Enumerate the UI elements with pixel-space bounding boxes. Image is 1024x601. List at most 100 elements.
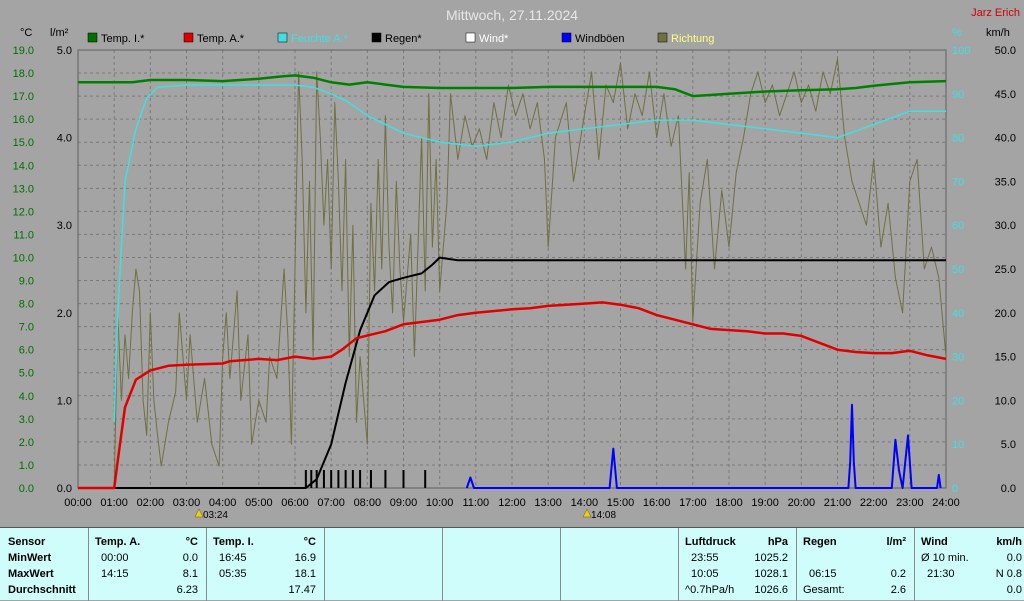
temp-a-min-time: 00:00 — [101, 552, 129, 564]
humidity-tick-label: 90 — [952, 89, 964, 101]
temp-tick-label: 13.0 — [13, 183, 34, 195]
pressure-avg-value: 1026.6 — [754, 584, 788, 596]
humidity-tick-label: 10 — [952, 439, 964, 451]
temp-tick-label: 8.0 — [19, 299, 34, 311]
temp-a-header: Temp. A. — [95, 536, 141, 548]
legend-label: Temp. A.* — [197, 33, 245, 45]
humidity-tick-label: 80 — [952, 133, 964, 145]
row-label-min: MinWert — [8, 552, 52, 564]
legend-label: Feuchte A.* — [291, 33, 349, 45]
temp-a-max-value: 8.1 — [182, 568, 198, 580]
wind-mean-value: 0.0 — [1006, 584, 1022, 596]
wind-tick-label: 10.0 — [995, 395, 1016, 407]
temp-i-max-time: 05:35 — [219, 568, 247, 580]
temp-i-max-value: 18.1 — [294, 568, 316, 580]
pressure-header: Luftdruck — [685, 536, 736, 548]
wind-tick-label: 25.0 — [995, 264, 1016, 276]
pressure-max-time: 10:05 — [691, 568, 719, 580]
x-tick-label: 06:00 — [281, 497, 309, 509]
x-tick-label: 19:00 — [751, 497, 779, 509]
temp-unit-label: °C — [20, 27, 32, 39]
temp-tick-label: 3.0 — [19, 414, 34, 426]
wind-avg-value: 0.0 — [1006, 552, 1022, 564]
sensor-header: Sensor — [8, 536, 46, 548]
rain-tick-label: 5.0 — [57, 45, 72, 57]
rain-tick-label: 3.0 — [57, 220, 72, 232]
humidity-tick-label: 20 — [952, 395, 964, 407]
temp-tick-label: 1.0 — [19, 460, 34, 472]
weather-chart: Mittwoch, 27.11.2024 Jarz Erich °C l/m² … — [0, 0, 1024, 527]
x-tick-label: 15:00 — [607, 497, 635, 509]
temp-tick-label: 19.0 — [13, 45, 34, 57]
x-tick-label: 07:00 — [317, 497, 345, 509]
legend-label: Temp. I.* — [101, 33, 145, 45]
wind-tick-label: 5.0 — [1001, 439, 1016, 451]
pressure-trend: ^0.7hPa/h — [685, 584, 735, 596]
legend-swatch — [371, 32, 382, 43]
wind-tick-label: 50.0 — [995, 45, 1016, 57]
rain-unit: l/m² — [886, 536, 906, 548]
temp-tick-label: 4.0 — [19, 391, 34, 403]
empty-column-3 — [560, 528, 678, 601]
rain-unit-label: l/m² — [50, 27, 69, 39]
x-tick-label: 24:00 — [932, 497, 960, 509]
empty-column-2 — [442, 528, 560, 601]
temp-tick-label: 16.0 — [13, 114, 34, 126]
temp-i-header: Temp. I. — [213, 536, 254, 548]
x-tick-label: 22:00 — [860, 497, 888, 509]
humidity-tick-label: 50 — [952, 264, 964, 276]
temp-tick-label: 9.0 — [19, 276, 34, 288]
x-tick-label: 10:00 — [426, 497, 454, 509]
temp-tick-label: 0.0 — [19, 483, 34, 495]
temp-tick-label: 14.0 — [13, 160, 34, 172]
legend-swatch — [277, 32, 288, 43]
wind-tick-label: 40.0 — [995, 133, 1016, 145]
legend-label: Richtung — [671, 33, 714, 45]
temp-i-unit: °C — [303, 536, 316, 548]
humidity-tick-label: 70 — [952, 176, 964, 188]
sun-marker-label: 14:08 — [591, 510, 616, 521]
wind-unit-label: km/h — [986, 27, 1010, 39]
rain-tick-label: 0.0 — [57, 483, 72, 495]
empty-column-1 — [324, 528, 442, 601]
humidity-tick-label: 60 — [952, 220, 964, 232]
pressure-unit: hPa — [767, 536, 788, 548]
x-tick-label: 01:00 — [100, 497, 128, 509]
humidity-tick-label: 30 — [952, 352, 964, 364]
sun-marker-label: 03:24 — [203, 510, 228, 521]
x-tick-label: 14:00 — [571, 497, 599, 509]
x-tick-label: 16:00 — [643, 497, 671, 509]
x-tick-label: 03:00 — [173, 497, 201, 509]
rain-tick-label: 2.0 — [57, 308, 72, 320]
legend-swatch — [561, 32, 572, 43]
temp-i-min-value: 16.9 — [294, 552, 316, 564]
legend-swatch — [183, 32, 194, 43]
x-tick-label: 11:00 — [462, 497, 489, 509]
x-tick-label: 05:00 — [245, 497, 273, 509]
humidity-tick-label: 0 — [952, 483, 958, 495]
rain-total-value: 2.6 — [890, 584, 906, 596]
legend-swatch — [465, 32, 476, 43]
x-tick-label: 21:00 — [824, 497, 852, 509]
legend-swatch — [87, 32, 98, 43]
x-tick-label: 23:00 — [896, 497, 924, 509]
humidity-tick-label: 100 — [952, 45, 970, 57]
temp-tick-label: 17.0 — [13, 91, 34, 103]
rain-header: Regen — [803, 536, 837, 548]
temp-a-max-time: 14:15 — [101, 568, 129, 580]
humidity-tick-label: 40 — [952, 308, 964, 320]
wind-tick-label: 45.0 — [995, 89, 1016, 101]
rain-max-value: 0.2 — [890, 568, 906, 580]
wind-max-value: N 0.8 — [995, 568, 1022, 580]
x-tick-label: 02:00 — [137, 497, 165, 509]
wind-unit: km/h — [996, 536, 1022, 548]
x-tick-label: 04:00 — [209, 497, 237, 509]
chart-title: Mittwoch, 27.11.2024 — [446, 7, 578, 23]
statistics-table: Sensor MinWert MaxWert Durchschnitt Temp… — [0, 527, 1024, 601]
rain-tick-label: 1.0 — [57, 395, 72, 407]
rain-total-label: Gesamt: — [803, 584, 845, 596]
temp-tick-label: 5.0 — [19, 368, 34, 380]
row-label-max: MaxWert — [8, 568, 54, 580]
temp-tick-label: 7.0 — [19, 322, 34, 334]
x-tick-label: 08:00 — [354, 497, 382, 509]
